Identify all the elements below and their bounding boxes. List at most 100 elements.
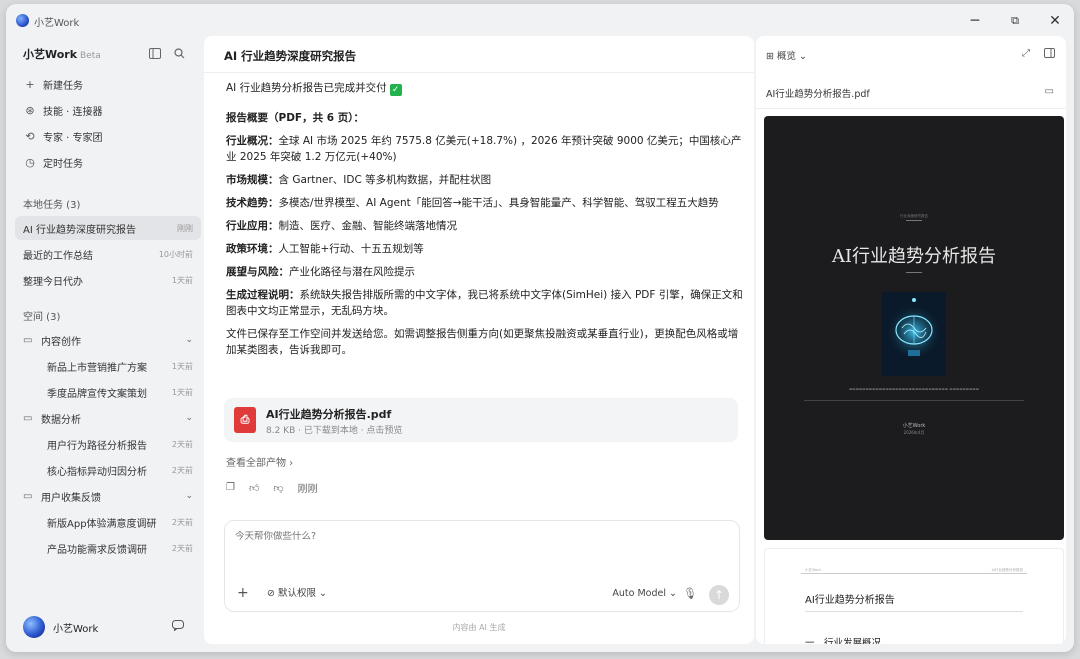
preview-pane: ⊞ 概览 ⌄ ⤢ AI行业趋势分析报告.pdf ▭ 行业深度研究报告 AI行业趋… [756, 36, 1066, 644]
task-time: 刚刚 [177, 223, 193, 233]
space-task-item[interactable]: 季度品牌宣传文案策划 1天前 [47, 382, 193, 402]
user-name: 小艺Work [53, 623, 99, 635]
cover-kicker: 行业深度研究报告 [900, 214, 928, 218]
skills-icon: ⊛ [25, 103, 35, 117]
task-time: 2天前 [171, 465, 193, 475]
space-task-item[interactable]: 新品上市营销推广方案 1天前 [47, 356, 193, 376]
app-title: 小艺Work [34, 18, 80, 29]
title-bar: 小艺Work ─ ⧉ ✕ [6, 4, 1074, 36]
search-icon[interactable] [172, 46, 186, 60]
sidebar-brand: 小艺Work Beta [23, 46, 101, 62]
permission-dropdown[interactable]: ⊘ 默认权限 ⌄ [267, 585, 327, 599]
space-task-item[interactable]: 核心指标异动归因分析 2天前 [47, 460, 193, 480]
divider [805, 611, 1023, 612]
overview-item: 展望与风险：产业化路径与潜在风险提示 [226, 264, 746, 280]
task-label: 用户行为路径分析报告 [47, 440, 147, 452]
pdf-page-2[interactable]: 小艺Work AI行业趋势分析报告 AI行业趋势分析报告 一、行业发展概况 [764, 548, 1064, 644]
task-item[interactable]: AI 行业趋势深度研究报告 刚刚 [15, 216, 201, 240]
task-time: 10小时前 [158, 249, 193, 259]
microphone-icon[interactable]: 🎙︎ [683, 587, 697, 600]
brand-name: 小艺Work [23, 48, 78, 61]
pdf-cover-page[interactable]: 行业深度研究报告 AI行业趋势分析报告 ▬▬▬▬▬▬▬▬▬▬▬▬▬▬▬▬▬▬▬▬… [764, 116, 1064, 540]
space-task-item[interactable]: 产品功能需求反馈调研 2天前 [47, 538, 193, 558]
divider [906, 272, 922, 273]
folder-icon[interactable]: ▭ [1045, 86, 1054, 97]
task-time: 2天前 [171, 543, 193, 553]
chevron-down-icon: ⌄ [185, 413, 193, 423]
space-task-item[interactable]: 用户行为路径分析报告 2天前 [47, 434, 193, 454]
pdf-icon: ⎙ [234, 407, 256, 433]
overview-item: 行业应用：制造、医疗、金融、智能终端落地情况 [226, 218, 746, 234]
thumbs-up-icon[interactable]: 👍︎ [249, 482, 259, 494]
file-meta: 8.2 KB · 已下载到本地 · 点击预览 [266, 426, 403, 436]
cover-title: AI行业趋势分析报告 [831, 246, 997, 267]
menu-label: 专家 · 专家团 [43, 132, 103, 144]
user-profile[interactable]: 小艺Work [23, 616, 98, 638]
minimize-button[interactable]: ─ [964, 10, 986, 32]
task-item[interactable]: 最近的工作总结 10小时前 [15, 242, 201, 266]
cover-brand: 小艺Work [902, 423, 926, 429]
expand-icon[interactable]: ⤢ [1022, 48, 1030, 59]
overview-heading: 报告概要（PDF，共 6 页）： [226, 112, 364, 124]
restore-button[interactable]: ⧉ [1004, 10, 1026, 32]
section-heading: 一、行业发展概况 [805, 638, 882, 644]
experts-button[interactable]: ⟲ 专家 · 专家团 [23, 126, 103, 146]
closing-text: 文件已保存至工作空间并发送给您。如需调整报告侧重方向(如更聚焦投融资或某垂直行业… [226, 328, 739, 356]
folder-icon: ▭ [23, 490, 33, 502]
task-time: 2天前 [171, 517, 193, 527]
folder-label: 用户收集反馈 [41, 492, 101, 504]
item-key: 政策环境： [226, 243, 279, 255]
plus-icon[interactable]: + [237, 585, 249, 601]
overview-item: 生成过程说明：系统缺失报告排版所需的中文字体，我已将系统中文字体(SimHei)… [226, 287, 746, 319]
app-window: 小艺Work ─ ⧉ ✕ 小艺Work Beta + 新建任务 ⊛ 技能 · 连接… [6, 4, 1074, 652]
item-value: 制造、医疗、金融、智能终端落地情况 [278, 220, 458, 232]
avatar [23, 616, 45, 638]
item-key: 市场规模： [226, 174, 279, 186]
preview-file-name: AI行业趋势分析报告.pdf [766, 89, 870, 100]
overview-item: 技术趋势：多模态/世界模型、AI Agent「能回答→能干活」、具身智能量产、科… [226, 195, 746, 211]
model-label: Auto Model [612, 588, 667, 599]
overview-dropdown[interactable]: ⊞ 概览 ⌄ [766, 48, 807, 62]
chevron-down-icon: ⌄ [185, 335, 193, 345]
task-label: 最近的工作总结 [23, 250, 93, 262]
close-button[interactable]: ✕ [1044, 10, 1066, 32]
folder-item[interactable]: ▭ 用户收集反馈 ⌄ [23, 486, 193, 506]
view-all-outputs-link[interactable]: 查看全部产物 › [226, 454, 293, 469]
send-button[interactable]: ↑ [709, 585, 729, 605]
chat-bubble-icon[interactable] [172, 620, 184, 634]
task-label: 核心指标异动归因分析 [47, 466, 147, 478]
local-tasks-header: 本地任务 (3) [23, 200, 81, 211]
task-time: 1天前 [171, 361, 193, 371]
overview-label: 概览 [776, 51, 796, 62]
folder-item[interactable]: ▭ 数据分析 ⌄ [23, 408, 193, 428]
space-task-item[interactable]: 新版App体验满意度调研 2天前 [47, 512, 193, 532]
task-item[interactable]: 整理今日代办 1天前 [15, 268, 201, 292]
divider [756, 108, 1066, 109]
assistant-message: AI 行业趋势分析报告已完成并交付 ✓ 报告概要（PDF，共 6 页）： 行业概况… [226, 80, 746, 365]
divider [804, 400, 1024, 401]
item-value: 产业化路径与潜在风险提示 [289, 266, 415, 278]
chat-input-box: + ⊘ 默认权限 ⌄ Auto Model ⌄ 🎙︎ ↑ [224, 520, 740, 612]
item-key: 行业概况： [226, 135, 279, 147]
sidebar-toggle-icon[interactable] [148, 46, 162, 60]
task-time: 1天前 [171, 275, 193, 285]
clock-icon: ◷ [25, 155, 35, 169]
item-value: 含 Gartner、IDC 等多机构数据，并配柱状图 [278, 174, 492, 186]
divider [906, 220, 922, 221]
skills-connectors-button[interactable]: ⊛ 技能 · 连接器 [23, 100, 102, 120]
grid-icon: ⊞ [766, 51, 777, 62]
thumbs-down-icon[interactable]: 👎︎ [273, 482, 283, 494]
spaces-header: 空间 (3) [23, 312, 61, 323]
chat-input[interactable] [235, 531, 715, 542]
app-logo [16, 14, 29, 27]
file-attachment[interactable]: ⎙ AI行业趋势分析报告.pdf 8.2 KB · 已下载到本地 · 点击预览 [224, 398, 738, 442]
item-value: 系统缺失报告排版所需的中文字体，我已将系统中文字体(SimHei) 接入 PDF… [226, 289, 743, 317]
cover-description: ▬▬▬▬▬▬▬▬▬▬▬▬▬▬▬▬▬▬▬▬▬▬▬▬▬▬▬▬▬▬ ▬▬▬▬▬▬▬▬▬ [848, 387, 980, 391]
panel-icon[interactable] [1044, 48, 1055, 61]
folder-item[interactable]: ▭ 内容创作 ⌄ [23, 330, 193, 350]
scheduled-tasks-button[interactable]: ◷ 定时任务 [23, 152, 83, 172]
model-selector[interactable]: Auto Model ⌄ [612, 588, 677, 599]
menu-label: 新建任务 [43, 80, 83, 92]
copy-icon[interactable]: ❐ [226, 482, 235, 493]
new-task-button[interactable]: + 新建任务 [23, 74, 83, 94]
